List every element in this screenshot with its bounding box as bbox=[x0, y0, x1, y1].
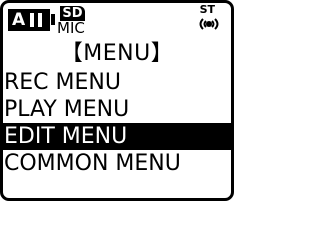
battery-level-bar bbox=[38, 13, 42, 27]
battery-mode-indicator: A bbox=[8, 9, 50, 31]
menu-item-edit[interactable]: EDIT MENU bbox=[3, 123, 231, 150]
menu-item-common[interactable]: COMMON MENU bbox=[3, 150, 231, 177]
menu-title: 【MENU】 bbox=[60, 41, 174, 66]
battery-tip-icon bbox=[51, 14, 55, 25]
mode-letter: A bbox=[12, 10, 26, 30]
menu-item-play[interactable]: PLAY MENU bbox=[3, 96, 231, 123]
stereo-mic-icon bbox=[199, 18, 219, 30]
menu-item-rec[interactable]: REC MENU bbox=[3, 69, 231, 96]
status-bar: A SD MIC ST bbox=[3, 3, 231, 43]
battery-level-bar bbox=[30, 13, 34, 27]
input-source-label: MIC bbox=[57, 19, 85, 37]
stereo-label: ST bbox=[199, 3, 215, 16]
lcd-screen: A SD MIC ST 【MENU】 REC MENU PLAY MENU ED… bbox=[0, 0, 234, 201]
menu-list: REC MENU PLAY MENU EDIT MENU COMMON MENU bbox=[3, 69, 231, 177]
